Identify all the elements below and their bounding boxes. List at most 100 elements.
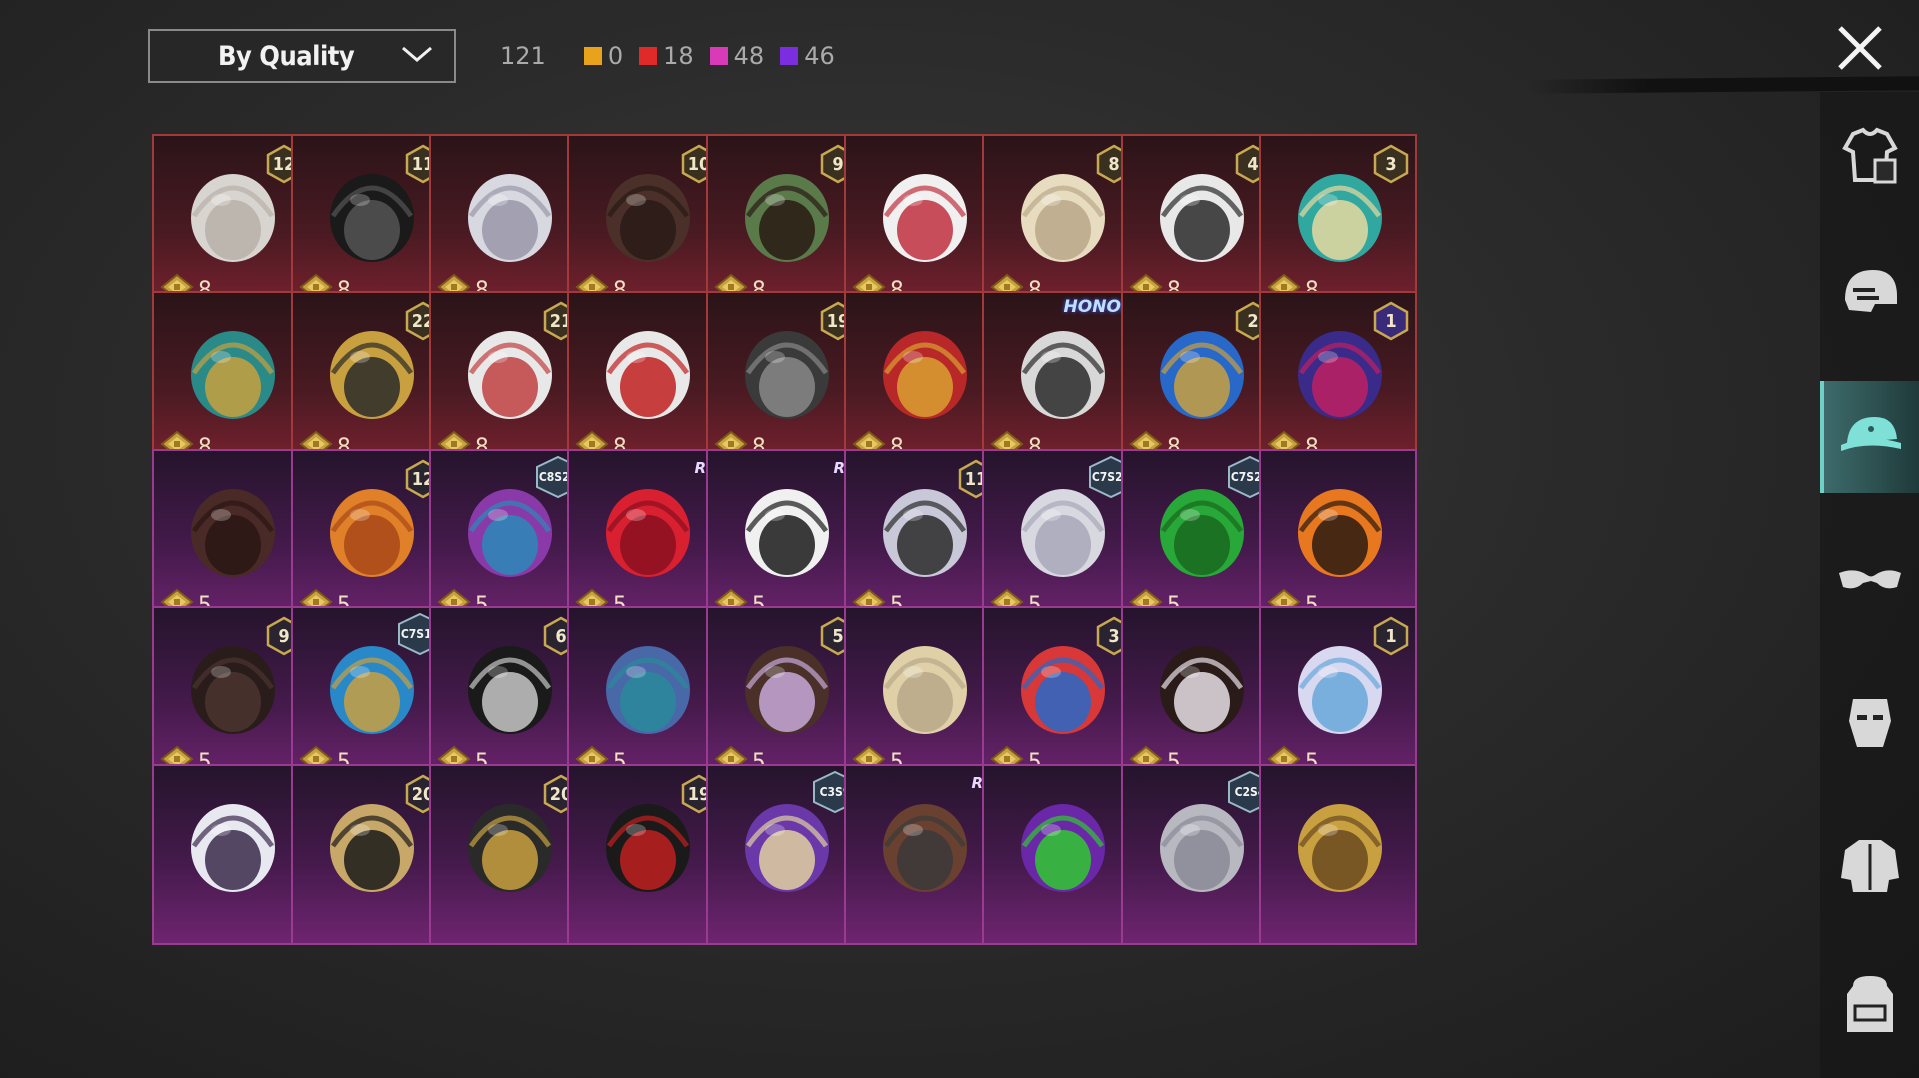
blonde-curls-icon: [868, 628, 982, 748]
level-badge: 1: [1373, 301, 1409, 341]
close-button[interactable]: [1834, 22, 1886, 74]
item-card[interactable]: RP: [844, 764, 1002, 945]
red-wavy-hair-icon: [591, 471, 705, 591]
quality-count: 46: [780, 42, 835, 70]
quality-swatch: [639, 47, 658, 65]
item-grid: 12 8 11 8 8 10 8 9 8 8 8 8 4 8 3 8 8 22 8 21 8 8 19 8 8 HONOR 8 2 8 1…: [152, 134, 1672, 1036]
item-card[interactable]: 98: [706, 134, 864, 315]
item-card[interactable]: 18: [1259, 291, 1417, 472]
item-card[interactable]: C8S22 5: [429, 449, 587, 630]
item-card[interactable]: C7S20 5: [1121, 449, 1279, 630]
item-card[interactable]: 55: [706, 606, 864, 787]
sort-dropdown[interactable]: By Quality: [148, 29, 456, 83]
item-card[interactable]: 8: [844, 134, 1002, 315]
outfit-icon: [1835, 124, 1905, 193]
red-fox-mask-icon: [591, 313, 705, 433]
knight-helm-icon: [1006, 313, 1120, 433]
item-card[interactable]: 11 8: [291, 134, 449, 315]
item-card[interactable]: [152, 764, 310, 945]
item-card[interactable]: 88: [982, 134, 1140, 315]
item-card[interactable]: 19 8: [706, 291, 864, 472]
sidebar-tab-backpack[interactable]: [1820, 950, 1919, 1062]
item-card[interactable]: 28: [1121, 291, 1279, 472]
item-card[interactable]: 10 8: [567, 134, 725, 315]
quality-count: 0: [583, 42, 624, 70]
item-card[interactable]: 38: [1259, 134, 1417, 315]
item-card[interactable]: 15: [1259, 606, 1417, 787]
item-card[interactable]: 20: [429, 764, 587, 945]
jacket-icon: [1835, 834, 1905, 903]
silver-long-hair-icon: [453, 156, 567, 276]
item-card[interactable]: HONOR 8: [982, 291, 1140, 472]
dark-hair-flowers-icon: [1145, 628, 1259, 748]
item-card[interactable]: 20: [291, 764, 449, 945]
category-sidebar: [1820, 92, 1919, 1078]
item-card[interactable]: 12 8: [152, 134, 310, 315]
item-card[interactable]: RP5: [706, 449, 864, 630]
white-cowboy-hat-icon: [868, 156, 982, 276]
total-count: 121: [500, 42, 546, 70]
sidebar-tab-glasses[interactable]: [1820, 523, 1919, 635]
item-card[interactable]: 5: [1121, 606, 1279, 787]
sort-dropdown-label: By Quality: [218, 40, 355, 72]
item-card[interactable]: 5: [567, 606, 725, 787]
item-card[interactable]: C2S4: [1121, 764, 1279, 945]
blue-headwrap-icon: [591, 628, 705, 748]
pumpkin-head-icon: [1283, 471, 1397, 591]
sidebar-tab-outfit[interactable]: [1820, 102, 1919, 214]
mask-icon: [1835, 691, 1905, 760]
item-card[interactable]: 5: [1259, 449, 1417, 630]
backpack-icon: [1835, 972, 1905, 1041]
quality-count: 18: [639, 42, 694, 70]
item-card[interactable]: C7S21 5: [982, 449, 1140, 630]
quality-count: 48: [709, 42, 765, 70]
sidebar-tab-mask[interactable]: [1820, 669, 1919, 781]
item-card[interactable]: 95: [152, 606, 310, 787]
quality-count-value: 48: [733, 42, 765, 70]
sidebar-tab-helmet[interactable]: [1820, 238, 1919, 350]
red-racing-helm-icon: [868, 313, 982, 433]
quality-counts: 121 0 18 48 46: [500, 38, 835, 74]
item-card[interactable]: 8: [844, 291, 1002, 472]
level-badge-value: 3: [1385, 153, 1397, 175]
panda-head-icon: [730, 471, 844, 591]
item-card[interactable]: [1259, 764, 1417, 945]
sidebar-tab-cap[interactable]: [1820, 381, 1919, 493]
bunny-ear-hair-icon: [176, 786, 290, 906]
quality-swatch: [780, 47, 799, 65]
item-card[interactable]: 8: [429, 134, 587, 315]
item-card[interactable]: [982, 764, 1140, 945]
glasses-icon: [1835, 545, 1905, 614]
item-card[interactable]: 5: [844, 606, 1002, 787]
item-card[interactable]: 11 5: [844, 449, 1002, 630]
item-card[interactable]: C7S19 5: [291, 606, 449, 787]
gold-crown-helm-icon: [1283, 786, 1397, 906]
helmet-icon: [1835, 260, 1905, 329]
level-badge-value: 1: [1385, 310, 1397, 332]
item-card[interactable]: 35: [982, 606, 1140, 787]
top-bar: By Quality 121 0 18 48 46: [0, 0, 1919, 115]
level-badge: 1: [1373, 616, 1409, 656]
level-badge-value: 1: [1385, 625, 1397, 647]
quality-count-value: 0: [607, 42, 624, 70]
item-card[interactable]: 48: [1121, 134, 1279, 315]
chevron-down-icon: [400, 44, 434, 69]
item-card[interactable]: 22 8: [291, 291, 449, 472]
quality-count-value: 46: [804, 42, 835, 70]
gasmask-helm-icon: [868, 786, 982, 906]
item-card[interactable]: RP5: [567, 449, 725, 630]
sidebar-tab-jacket[interactable]: [1820, 812, 1919, 924]
quality-count-value: 18: [663, 42, 694, 70]
item-card[interactable]: 19: [567, 764, 725, 945]
purple-creature-helm-icon: [1006, 786, 1120, 906]
close-icon: [1838, 26, 1882, 70]
item-card[interactable]: 5: [152, 449, 310, 630]
item-card[interactable]: 12 5: [291, 449, 449, 630]
item-card[interactable]: C3S9: [706, 764, 864, 945]
item-card[interactable]: 8: [567, 291, 725, 472]
item-card[interactable]: 21 8: [429, 291, 587, 472]
item-card[interactable]: 8: [152, 291, 310, 472]
quality-swatch: [709, 47, 728, 65]
item-card[interactable]: 65: [429, 606, 587, 787]
teal-dragon-helm-icon: [176, 313, 290, 433]
